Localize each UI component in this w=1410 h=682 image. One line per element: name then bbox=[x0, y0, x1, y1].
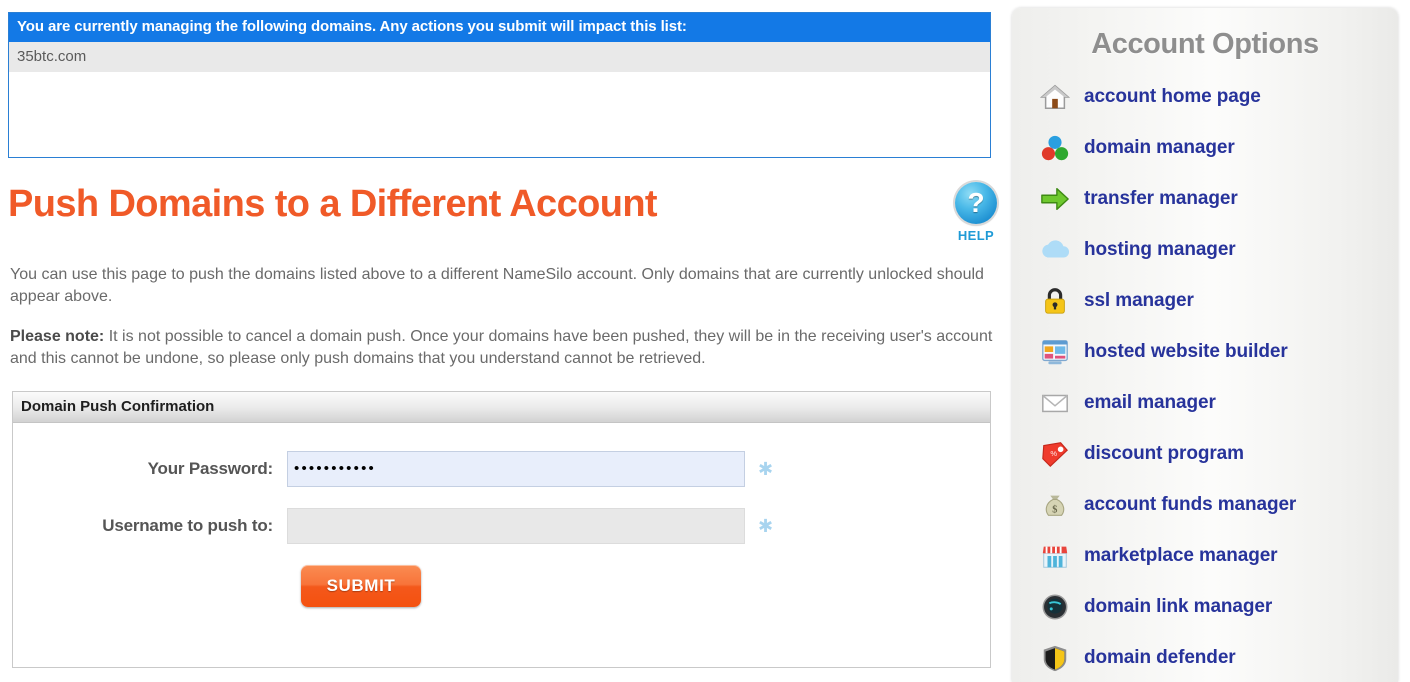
sidebar-item-label: marketplace manager bbox=[1084, 544, 1278, 566]
storefront-icon bbox=[1040, 541, 1070, 571]
sidebar-item-label: discount program bbox=[1084, 442, 1244, 464]
managed-domain-row: 35btc.com bbox=[9, 42, 990, 72]
required-asterisk-icon: ✱ bbox=[758, 516, 774, 536]
sidebar-item-marketplace-manager[interactable]: marketplace manager bbox=[1012, 530, 1398, 581]
money-bag-icon: $ bbox=[1040, 490, 1070, 520]
sidebar-item-label: transfer manager bbox=[1084, 187, 1238, 209]
password-row: Your Password: ••••••••••• ✱ bbox=[13, 451, 990, 487]
page-title: Push Domains to a Different Account bbox=[8, 183, 658, 225]
managed-domains-panel: You are currently managing the following… bbox=[8, 12, 991, 158]
submit-button[interactable]: SUBMIT bbox=[301, 565, 421, 607]
form-rows: Your Password: ••••••••••• ✱ Username to… bbox=[13, 423, 990, 607]
domain-push-form: Domain Push Confirmation Your Password: … bbox=[12, 391, 991, 668]
sidebar-item-label: account home page bbox=[1084, 85, 1261, 107]
sidebar-item-email-manager[interactable]: email manager bbox=[1012, 377, 1398, 428]
sidebar-item-domain-link-manager[interactable]: domain link manager bbox=[1012, 581, 1398, 632]
username-input[interactable] bbox=[287, 508, 745, 544]
username-label: Username to push to: bbox=[102, 516, 273, 535]
sidebar-item-label: domain link manager bbox=[1084, 595, 1273, 617]
sidebar-item-label: ssl manager bbox=[1084, 289, 1194, 311]
username-row: Username to push to: ✱ bbox=[13, 508, 990, 544]
sidebar-item-account-funds-manager[interactable]: $ account funds manager bbox=[1012, 479, 1398, 530]
svg-text:$: $ bbox=[1052, 504, 1057, 515]
sidebar-item-label: hosted website builder bbox=[1084, 340, 1288, 362]
page-title-wrap: Push Domains to a Different Account bbox=[8, 184, 991, 224]
sidebar-item-label: domain manager bbox=[1084, 136, 1235, 158]
svg-text:%: % bbox=[1050, 448, 1057, 457]
sidebar-item-transfer-manager[interactable]: transfer manager bbox=[1012, 173, 1398, 224]
managed-domains-header: You are currently managing the following… bbox=[9, 13, 990, 42]
globe-icon bbox=[1040, 592, 1070, 622]
sidebar-nav-list: account home page domain manager transfer … bbox=[1012, 71, 1398, 682]
password-label: Your Password: bbox=[147, 459, 274, 478]
form-header: Domain Push Confirmation bbox=[13, 392, 990, 423]
price-tag-icon: % bbox=[1040, 439, 1070, 469]
note-paragraph: Please note: It is not possible to cance… bbox=[10, 326, 995, 370]
required-asterisk-icon: ✱ bbox=[758, 459, 774, 479]
green-arrow-icon bbox=[1040, 184, 1070, 214]
sidebar-item-label: domain defender bbox=[1084, 646, 1236, 668]
help-label[interactable]: HELP bbox=[948, 228, 1004, 243]
note-label: Please note: bbox=[10, 328, 105, 345]
help-button[interactable]: ? HELP bbox=[948, 182, 1004, 243]
molecule-icon bbox=[1040, 133, 1070, 163]
sidebar-item-discount-program[interactable]: % discount program bbox=[1012, 428, 1398, 479]
note-text: It is not possible to cancel a domain pu… bbox=[10, 328, 993, 367]
main-content: You are currently managing the following… bbox=[0, 0, 1006, 682]
house-icon bbox=[1040, 82, 1070, 112]
shield-icon bbox=[1040, 643, 1070, 673]
page-root: You are currently managing the following… bbox=[0, 0, 1410, 682]
envelope-icon bbox=[1040, 388, 1070, 418]
website-builder-icon bbox=[1040, 337, 1070, 367]
intro-paragraph: You can use this page to push the domain… bbox=[10, 266, 984, 305]
cloud-icon bbox=[1040, 235, 1070, 265]
sidebar-item-domain-manager[interactable]: domain manager bbox=[1012, 122, 1398, 173]
sidebar-item-hosting-manager[interactable]: hosting manager bbox=[1012, 224, 1398, 275]
sidebar-item-domain-defender[interactable]: domain defender bbox=[1012, 632, 1398, 682]
sidebar-item-account-home-page[interactable]: account home page bbox=[1012, 71, 1398, 122]
question-mark-icon[interactable]: ? bbox=[955, 182, 997, 224]
password-input[interactable]: ••••••••••• bbox=[287, 451, 745, 487]
sidebar-item-label: account funds manager bbox=[1084, 493, 1297, 515]
sidebar-item-label: email manager bbox=[1084, 391, 1216, 413]
sidebar-title: Account Options bbox=[1091, 28, 1319, 60]
account-options-sidebar: Account Options account home page domain … bbox=[1012, 8, 1398, 682]
sidebar-item-hosted-website-builder[interactable]: hosted website builder bbox=[1012, 326, 1398, 377]
padlock-icon bbox=[1040, 286, 1070, 316]
sidebar-item-label: hosting manager bbox=[1084, 238, 1236, 260]
password-value: ••••••••••• bbox=[294, 460, 376, 477]
sidebar-item-ssl-manager[interactable]: ssl manager bbox=[1012, 275, 1398, 326]
submit-wrap: SUBMIT bbox=[13, 565, 990, 607]
